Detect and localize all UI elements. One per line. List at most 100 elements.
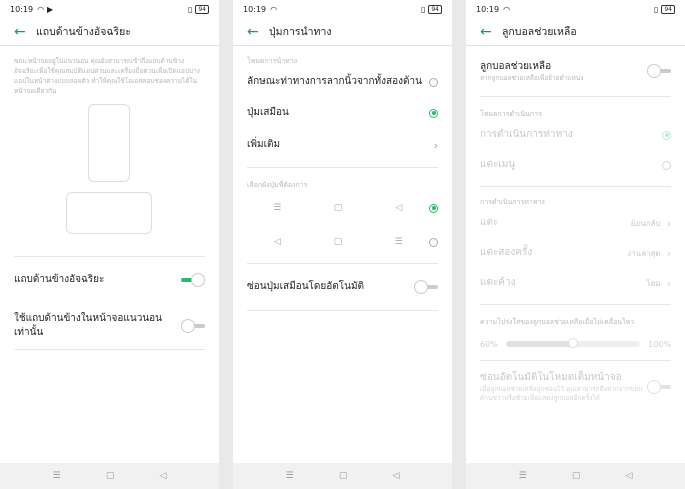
- assistive-ball-toggle[interactable]: [647, 64, 671, 78]
- menu-mode-label: แตะเมนู: [480, 159, 516, 170]
- tap-value: ย้อนกลับ: [630, 218, 661, 228]
- home-icon: ▢: [333, 237, 343, 247]
- menu-icon[interactable]: ☰: [519, 471, 527, 481]
- layout-1-radio[interactable]: [429, 203, 439, 213]
- section-header-gesture: การดำเนินการท่าทาง: [480, 198, 545, 206]
- status-time: 10:19: [10, 4, 34, 14]
- more-row[interactable]: เพิ่มเติม ›: [233, 129, 452, 161]
- opacity-max-label: 100%: [648, 339, 671, 349]
- virtual-keys-radio[interactable]: [429, 108, 438, 118]
- more-label: เพิ่มเติม: [247, 139, 281, 150]
- double-tap-row[interactable]: แตะสองครั้ง งานล่าสุด ›: [466, 238, 685, 268]
- auto-hide-row[interactable]: ซ่อนปุ่มเสมือนโดยอัตโนมัติ: [233, 264, 452, 310]
- app-bar: ← ลูกบอลช่วยเหลือ: [466, 18, 685, 46]
- smart-sidebar-label: แถบด้านข้างอัจฉริยะ: [14, 274, 105, 285]
- landscape-only-row[interactable]: ใช้แถบด้านข้างในหน้าจอแนวนอนเท่านั้น: [0, 303, 219, 349]
- chevron-right-icon: ›: [666, 276, 671, 290]
- assistive-ball-screen: 10:19 ◠ ▯ 94 ← ลูกบอลช่วยเหลือ ลูกบอลช่วย…: [466, 0, 685, 489]
- fullscreen-hide-subtext: เมื่อลูกบอลช่วยเหลือถูกซ่อนไว้ คุณสามารถ…: [480, 385, 643, 402]
- opacity-min-label: 60%: [480, 339, 498, 349]
- layout-option-1[interactable]: ☰ ▢ ◁: [233, 191, 452, 225]
- status-time: 10:19: [476, 4, 500, 14]
- feature-description: ขณะหน้าจออยู่ในแนวนอน คุณยังสามารถเข้าถึ…: [14, 57, 200, 95]
- double-tap-value: งานล่าสุด: [627, 248, 661, 258]
- vibrate-icon: ▯: [187, 4, 193, 14]
- smart-sidebar-row[interactable]: แถบด้านข้างอัจฉริยะ: [0, 257, 219, 303]
- status-bar: 10:19 ◠ ▯ 94: [233, 0, 452, 18]
- gesture-option-label: ลักษณะท่าทางการลากนิ้วจากทั้งสองด้าน: [247, 76, 422, 87]
- menu-mode-row[interactable]: แตะเมนู: [466, 150, 685, 180]
- landscape-only-label: ใช้แถบด้านข้างในหน้าจอแนวนอนเท่านั้น: [14, 313, 162, 338]
- system-nav-bar: ☰ ▢ ◁: [233, 463, 452, 489]
- back-icon: ◁: [395, 203, 403, 213]
- layout-option-2[interactable]: ◁ ▢ ☰: [233, 225, 452, 259]
- back-icon[interactable]: ◁: [625, 471, 632, 481]
- battery-indicator: 94: [661, 4, 675, 14]
- opacity-label: ความโปร่งใสของลูกบอลช่วยเหลือเมื่อไม่เคล…: [480, 318, 635, 326]
- back-arrow-icon[interactable]: ←: [14, 24, 36, 40]
- auto-hide-label: ซ่อนปุ่มเสมือนโดยอัตโนมัติ: [247, 281, 365, 292]
- section-header-mode: โหมดการดำเนินการ: [480, 110, 542, 118]
- layout-2-radio[interactable]: [429, 237, 439, 247]
- smart-sidebar-toggle[interactable]: [181, 273, 205, 287]
- system-nav-bar: ☰ ▢ ◁: [466, 463, 685, 489]
- fullscreen-hide-label: ซ่อนอัตโนมัติในโหมดเต็มหน้าจอ: [480, 372, 622, 383]
- home-icon: ▢: [333, 203, 343, 213]
- chevron-right-icon: ›: [666, 246, 671, 260]
- chevron-right-icon: ›: [433, 138, 438, 152]
- home-icon[interactable]: ▢: [339, 471, 348, 481]
- menu-icon[interactable]: ☰: [286, 471, 294, 481]
- home-icon[interactable]: ▢: [572, 471, 581, 481]
- divider: [14, 349, 205, 350]
- menu-icon[interactable]: ☰: [53, 471, 61, 481]
- menu-mode-radio[interactable]: [662, 160, 671, 170]
- vibrate-icon: ▯: [653, 4, 659, 14]
- section-header-layout: เลือกผังปุ่มที่ต้องการ: [247, 181, 308, 189]
- status-bar: 10:19 ◠ ▶ ▯ 94: [0, 0, 219, 18]
- virtual-keys-label: ปุ่มเสมือน: [247, 107, 289, 118]
- landscape-only-toggle[interactable]: [181, 319, 205, 333]
- battery-indicator: 94: [428, 4, 442, 14]
- wifi-status-icon: ◠: [270, 4, 278, 14]
- app-bar: ← แถบด้านข้างอัจฉริยะ: [0, 18, 219, 46]
- divider: [247, 310, 438, 311]
- long-press-row[interactable]: แตะค้าง โฮม ›: [466, 268, 685, 298]
- back-arrow-icon[interactable]: ←: [480, 24, 502, 40]
- back-icon[interactable]: ◁: [392, 471, 399, 481]
- fullscreen-hide-row[interactable]: ซ่อนอัตโนมัติในโหมดเต็มหน้าจอ เมื่อลูกบอ…: [466, 361, 685, 413]
- navigation-buttons-screen: 10:19 ◠ ▯ 94 ← ปุ่มการนำทาง โหมดการนำทาง …: [233, 0, 452, 489]
- page-title: ปุ่มการนำทาง: [269, 26, 332, 38]
- page-title: ลูกบอลช่วยเหลือ: [502, 26, 577, 38]
- back-icon: ◁: [273, 237, 281, 247]
- section-header-mode: โหมดการนำทาง: [247, 57, 298, 65]
- gesture-option-row[interactable]: ลักษณะท่าทางการลากนิ้วจากทั้งสองด้าน: [233, 67, 452, 97]
- fullscreen-hide-toggle[interactable]: [647, 380, 671, 394]
- gesture-option-radio[interactable]: [429, 77, 438, 87]
- page-title: แถบด้านข้างอัจฉริยะ: [36, 26, 131, 38]
- menu-icon: ☰: [273, 203, 282, 213]
- illustration: [0, 96, 219, 256]
- assistive-ball-subtext: ลากลูกบอลช่วยเหลือเพื่อย้ายตำแหน่ง: [480, 73, 584, 82]
- gesture-mode-row[interactable]: การดำเนินการท่าทาง: [466, 120, 685, 150]
- wifi-status-icon: ◠: [37, 4, 45, 14]
- back-arrow-icon[interactable]: ←: [247, 24, 269, 40]
- virtual-keys-row[interactable]: ปุ่มเสมือน: [233, 97, 452, 129]
- chevron-right-icon: ›: [666, 216, 671, 230]
- opacity-slider-row: 60% 100%: [466, 328, 685, 360]
- home-icon[interactable]: ▢: [106, 471, 115, 481]
- back-icon[interactable]: ◁: [159, 471, 166, 481]
- tap-row[interactable]: แตะ ย้อนกลับ ›: [466, 208, 685, 238]
- long-press-value: โฮม: [646, 278, 661, 288]
- opacity-slider[interactable]: [505, 338, 641, 348]
- status-time: 10:19: [243, 4, 267, 14]
- vibrate-icon: ▯: [420, 4, 426, 14]
- assistive-ball-label: ลูกบอลช่วยเหลือ: [480, 60, 552, 72]
- slider-thumb[interactable]: [567, 338, 578, 348]
- status-bar: 10:19 ◠ ▯ 94: [466, 0, 685, 18]
- gesture-mode-radio[interactable]: [662, 130, 671, 140]
- auto-hide-toggle[interactable]: [414, 280, 438, 294]
- portrait-device-illustration: [88, 104, 130, 182]
- double-tap-label: แตะสองครั้ง: [480, 247, 533, 258]
- assistive-ball-row[interactable]: ลูกบอลช่วยเหลือ ลากลูกบอลช่วยเหลือเพื่อย…: [466, 46, 685, 96]
- wifi-status-icon: ◠: [503, 4, 511, 14]
